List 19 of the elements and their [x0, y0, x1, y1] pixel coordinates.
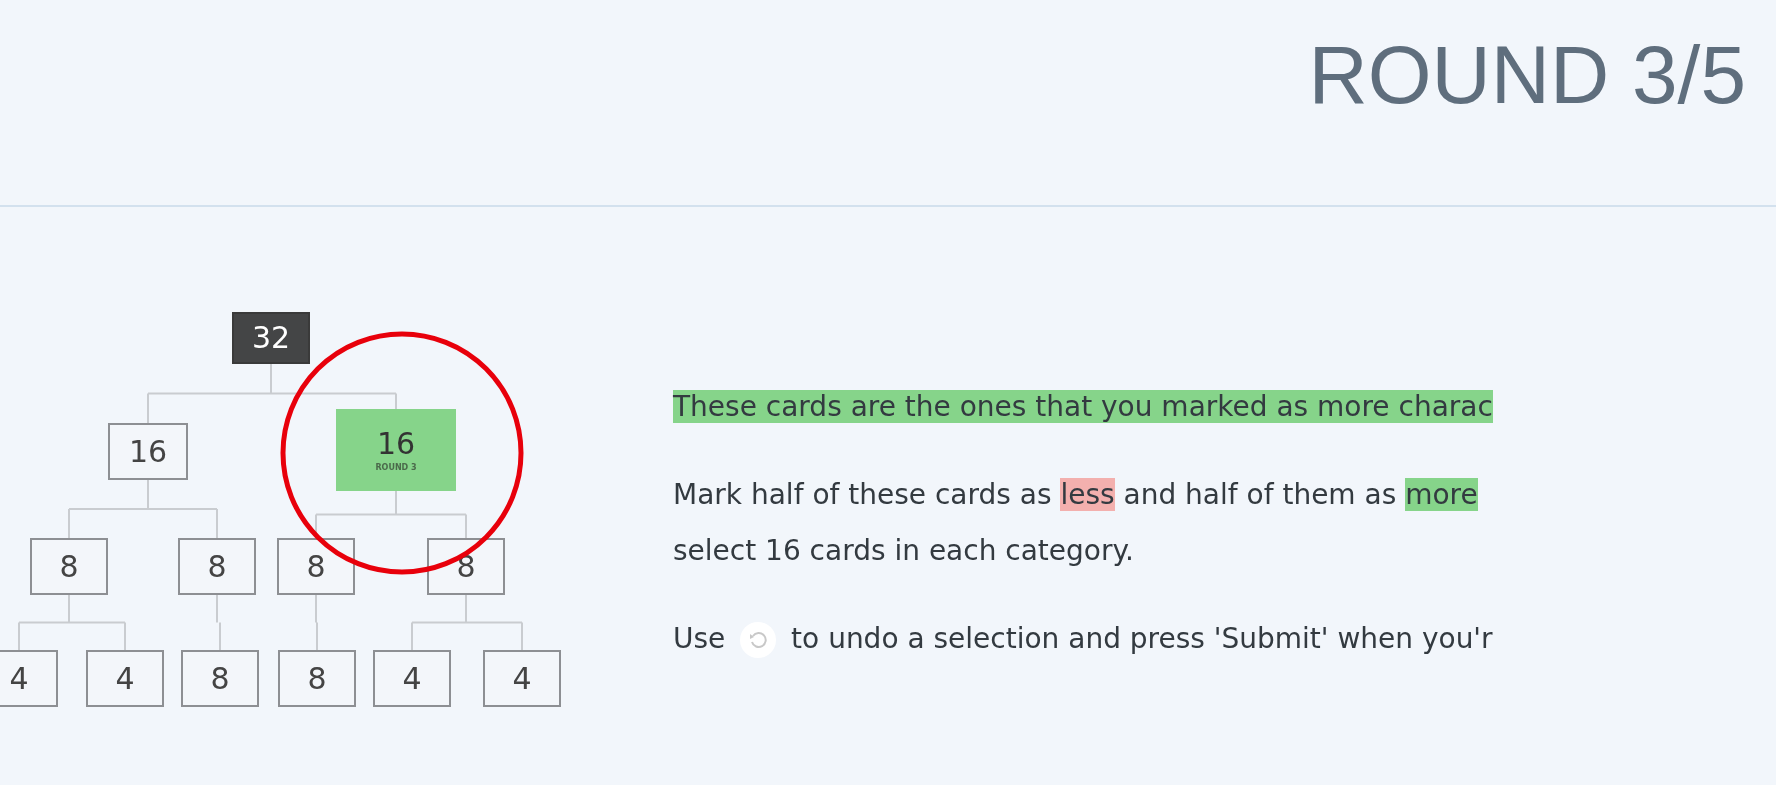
instruction-text: These cards are the ones that you marked as more charac [673, 389, 1493, 425]
tree-node: 4 [0, 650, 58, 707]
tree-node: 8 [278, 650, 356, 707]
tree-node: 8 [277, 538, 355, 595]
tree-node: 8 [30, 538, 108, 595]
tree-connector [315, 594, 318, 651]
round-title: ROUND 3/5 [1308, 30, 1746, 121]
tree-node: 4 [483, 650, 561, 707]
instruction-text: Use to undo a selection and press 'Submit' when you'r [673, 611, 1493, 667]
tree-node: 8 [178, 538, 256, 595]
tree-connector [216, 594, 221, 651]
tree-node: 8 [181, 650, 259, 707]
tree-node: 16 [108, 423, 188, 480]
tree-node: 16 ROUND 3 [336, 409, 456, 491]
undo-icon [740, 622, 777, 658]
tree-node: 4 [86, 650, 164, 707]
tree-node: 4 [373, 650, 451, 707]
instruction-text: Mark half of these cards as less and half of them as more select 16 cards in each category. [673, 477, 1479, 569]
tree-node: 32 [232, 312, 310, 364]
